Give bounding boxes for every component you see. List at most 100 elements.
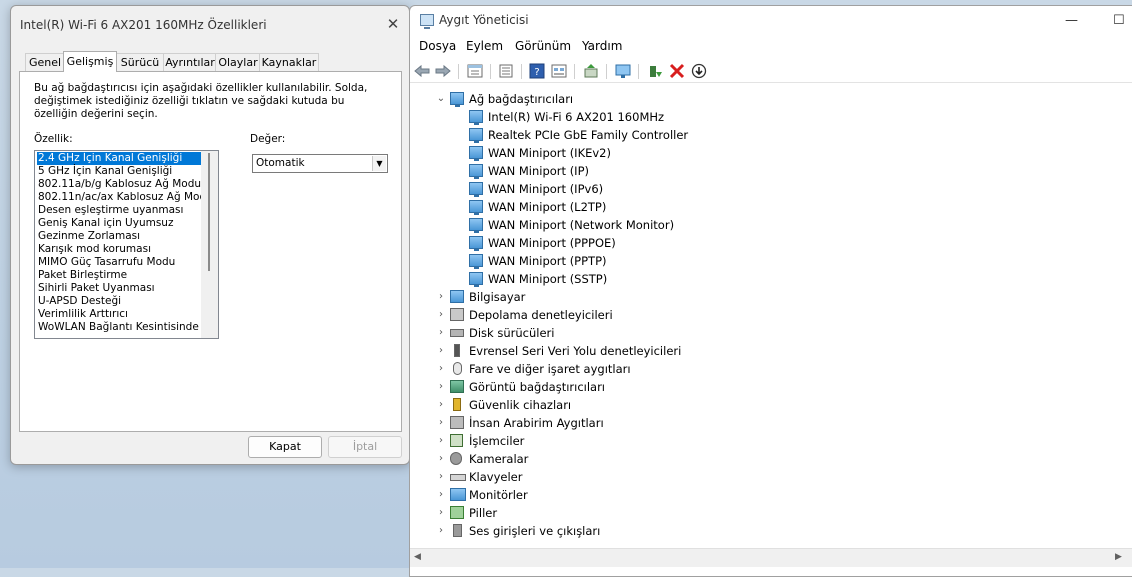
network-adapter-icon (469, 200, 483, 215)
security-device-icon (453, 398, 461, 411)
storage-controller-icon (450, 308, 464, 321)
chevron-right-icon[interactable]: › (436, 324, 446, 342)
property-item[interactable]: Gezinme Zorlaması (37, 230, 140, 243)
tab-surucu[interactable]: Sürücü (115, 53, 165, 71)
property-item[interactable]: Karışık mod koruması (37, 243, 151, 256)
chevron-right-icon[interactable]: › (436, 450, 446, 468)
menu-gorunum[interactable]: Görünüm (515, 39, 571, 53)
chevron-right-icon[interactable]: › (436, 486, 446, 504)
cancel-button[interactable]: İptal (328, 436, 402, 458)
scan-hardware-icon[interactable] (582, 63, 600, 79)
scroll-left-icon[interactable]: ◀ (414, 552, 421, 562)
menu-eylem[interactable]: Eylem (466, 39, 503, 53)
menu-bar: Dosya Eylem Görünüm Yardım (410, 37, 1132, 57)
scroll-right-icon[interactable]: ▶ (1115, 552, 1122, 562)
chevron-right-icon[interactable]: › (436, 306, 446, 324)
adapter-label: Intel(R) Wi-Fi 6 AX201 160MHz (488, 110, 665, 124)
display-adapter-icon (450, 380, 464, 393)
close-button[interactable]: Kapat (248, 436, 322, 458)
property-item[interactable]: Geniş Kanal için Uyumsuz (37, 217, 173, 230)
category-label: İnsan Arabirim Aygıtları (469, 416, 604, 430)
tab-genel[interactable]: Genel (25, 53, 65, 71)
chevron-right-icon[interactable]: › (436, 396, 446, 414)
category-label: Klavyeler (469, 470, 523, 484)
tab-olaylar[interactable]: Olaylar (215, 53, 261, 71)
network-adapter-icon (450, 92, 464, 107)
category-label: Disk sürücüleri (469, 326, 555, 340)
property-item[interactable]: 5 GHz İçin Kanal Genişliği (37, 165, 172, 178)
property-list[interactable]: 2.4 GHz İçin Kanal Genişliği 5 GHz İçin … (34, 150, 219, 339)
adapter-label: WAN Miniport (PPPOE) (488, 236, 616, 250)
category-label: Monitörler (469, 488, 528, 502)
chevron-right-icon[interactable]: › (436, 378, 446, 396)
property-item[interactable]: 802.11a/b/g Kablosuz Ağ Modu (37, 178, 201, 191)
chevron-right-icon[interactable]: › (436, 288, 446, 306)
chevron-right-icon[interactable]: › (436, 522, 446, 540)
tab-kaynaklar[interactable]: Kaynaklar (259, 53, 319, 71)
properties-grid-icon[interactable] (466, 63, 484, 79)
back-arrow-icon[interactable] (413, 63, 431, 79)
properties-dialog: Intel(R) Wi-Fi 6 AX201 160MHz Özellikler… (10, 5, 410, 465)
battery-icon (450, 506, 464, 519)
chevron-right-icon[interactable]: › (436, 468, 446, 486)
toolbar-separator (490, 64, 491, 79)
maximize-button[interactable]: ☐ (1113, 13, 1125, 28)
list-icon[interactable] (497, 63, 515, 79)
scrollbar-thumb[interactable] (208, 153, 210, 271)
network-adapter-icon (469, 218, 483, 233)
tab-gelismis[interactable]: Gelişmiş (63, 51, 117, 72)
property-list-scrollbar[interactable] (201, 151, 218, 338)
property-item[interactable]: 2.4 GHz İçin Kanal Genişliği (37, 152, 201, 165)
adapter-label: WAN Miniport (IKEv2) (488, 146, 611, 160)
chevron-right-icon[interactable]: › (436, 432, 446, 450)
network-adapter-icon (469, 164, 483, 179)
chevron-right-icon[interactable]: › (436, 414, 446, 432)
property-item[interactable]: 802.11n/ac/ax Kablosuz Ağ Modu (37, 191, 213, 204)
category-label: Evrensel Seri Veri Yolu denetleyicileri (469, 344, 682, 358)
disable-device-icon[interactable] (690, 63, 708, 79)
property-item[interactable]: Paket Birleştirme (37, 269, 127, 282)
category-label: Güvenlik cihazları (469, 398, 572, 412)
help-icon[interactable]: ? (528, 63, 546, 79)
hid-icon (450, 416, 464, 429)
chevron-right-icon[interactable]: › (436, 504, 446, 522)
category-label: Ses girişleri ve çıkışları (469, 524, 601, 538)
chevron-right-icon[interactable]: › (436, 342, 446, 360)
property-item[interactable]: Verimlilik Arttırıcı (37, 308, 128, 321)
minimize-button[interactable]: — (1065, 13, 1078, 28)
value-dropdown[interactable]: Otomatik ▼ (252, 154, 388, 173)
computer-icon (450, 290, 464, 303)
network-adapter-icon (469, 254, 483, 269)
category-label: Kameralar (469, 452, 529, 466)
close-icon[interactable]: ✕ (385, 16, 401, 32)
menu-yardim[interactable]: Yardım (582, 39, 622, 53)
forward-arrow-icon[interactable] (434, 63, 452, 79)
property-item[interactable]: U-APSD Desteği (37, 295, 121, 308)
advanced-tab-panel: Bu ağ bağdaştırıcısı için aşağıdaki özel… (19, 71, 402, 432)
category-label: Bilgisayar (469, 290, 526, 304)
adapter-label: WAN Miniport (PPTP) (488, 254, 607, 268)
horizontal-scrollbar[interactable]: ◀ ▶ (410, 548, 1132, 567)
property-item[interactable]: Sihirli Paket Uyanması (37, 282, 155, 295)
display-icon[interactable] (550, 63, 568, 79)
property-item[interactable]: MIMO Güç Tasarrufu Modu (37, 256, 175, 269)
svg-text:?: ? (534, 67, 539, 78)
category-label: Piller (469, 506, 498, 520)
menu-dosya[interactable]: Dosya (419, 39, 456, 53)
mouse-icon (453, 362, 462, 375)
network-adapter-icon (469, 272, 483, 287)
property-item[interactable]: WoWLAN Bağlantı Kesintisinde uy (37, 321, 215, 334)
chevron-down-icon[interactable]: ▼ (372, 156, 386, 171)
update-driver-icon[interactable] (646, 63, 664, 79)
property-item[interactable]: Desen eşleştirme uyanması (37, 204, 183, 217)
processor-icon (450, 434, 463, 447)
device-tree: ⌄ Ağ bağdaştırıcıları Intel(R) Wi-Fi 6 A… (410, 90, 1132, 545)
uninstall-icon[interactable] (668, 63, 686, 79)
chevron-right-icon[interactable]: › (436, 360, 446, 378)
chevron-down-icon[interactable]: ⌄ (436, 90, 446, 108)
category-label: Görüntü bağdaştırıcıları (469, 380, 606, 394)
camera-icon (450, 452, 462, 465)
monitor-icon[interactable] (614, 63, 632, 79)
tab-ayrintilar[interactable]: Ayrıntılar (163, 53, 217, 71)
category-label: Depolama denetleyicileri (469, 308, 613, 322)
